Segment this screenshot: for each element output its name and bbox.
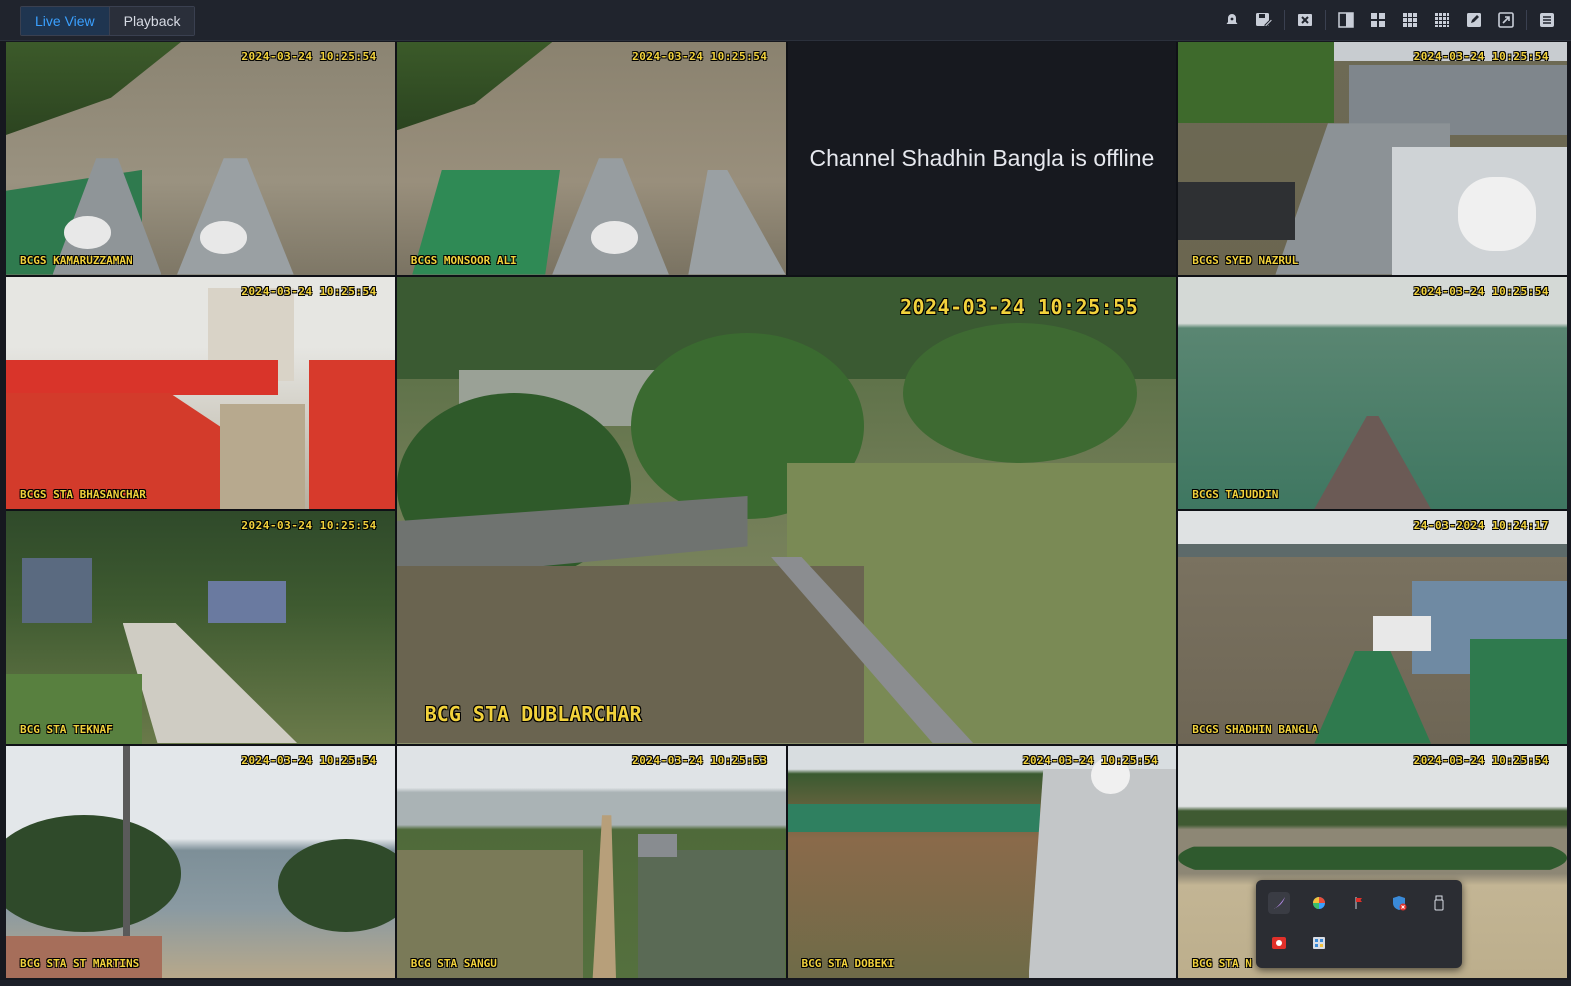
pen-icon[interactable]: [1268, 892, 1290, 914]
bottom-status-strip: [0, 980, 1571, 986]
camera-name-overlay: BCGS KAMARUZZAMAN: [20, 253, 133, 267]
edit-layout-icon[interactable]: [1458, 0, 1490, 40]
fullscreen-icon[interactable]: [1490, 0, 1522, 40]
color-wheel-icon[interactable]: [1308, 892, 1330, 914]
toolbar-divider: [1526, 10, 1527, 30]
camera-tile[interactable]: 2024-03-24 10:25:54 BCG STA ST MARTINS: [6, 745, 395, 978]
camera-tile[interactable]: 2024-03-24 10:25:54 BCG STA DOBEKI: [787, 745, 1177, 978]
camera-feed: [1178, 42, 1567, 275]
system-tray-popup: [1256, 880, 1462, 968]
alarm-icon[interactable]: [1216, 0, 1248, 40]
camera-name-overlay: BCGS STA BHASANCHAR: [20, 488, 146, 501]
grid-4x4-icon[interactable]: [1426, 0, 1458, 40]
timestamp-overlay: 2024-03-24 10:25:54: [632, 50, 768, 63]
camera-name-overlay: BCG STA ST MARTINS: [20, 957, 140, 970]
view-mode-tabs: Live View Playback: [20, 6, 196, 36]
split-view-icon[interactable]: [1330, 0, 1362, 40]
security-shield-icon[interactable]: [1388, 892, 1410, 914]
toolbar-divider: [1284, 10, 1285, 30]
flag-icon[interactable]: [1348, 892, 1370, 914]
camera-name-overlay: BCGS TAJUDDIN: [1192, 488, 1279, 501]
camera-grid: 2024-03-24 10:25:54 BCGS KAMARUZZAMAN 20…: [6, 42, 1567, 978]
camera-tile-enlarged[interactable]: 2024-03-24 10:25:55 BCG STA DUBLARCHAR: [396, 276, 1177, 744]
timestamp-overlay: 24-03-2024 10:24:17: [1413, 519, 1549, 532]
camera-name-overlay: BCGS SYED NAZRUL: [1192, 253, 1299, 267]
camera-name-overlay: BCG STA DUBLARCHAR: [424, 701, 642, 726]
camera-tile-selected[interactable]: 2024-03-24 10:25:54 BCG STA TEKNAF: [6, 511, 395, 744]
timestamp-overlay: 2024-03-24 10:25:54: [241, 50, 377, 63]
camera-feed: [1178, 511, 1567, 744]
camera-tile[interactable]: 2024-03-24 10:25:54 BCGS TAJUDDIN: [1178, 276, 1567, 509]
usb-drive-icon[interactable]: [1428, 892, 1450, 914]
camera-tile[interactable]: 2024-03-24 10:25:54 BCGS SYED NAZRUL: [1178, 42, 1567, 275]
timestamp-overlay: 2024-03-24 10:25:54: [1413, 50, 1549, 63]
timestamp-overlay: 2024-03-24 10:25:54: [241, 753, 377, 767]
grid-2x2-icon[interactable]: [1362, 0, 1394, 40]
camera-feed: [787, 745, 1177, 978]
camera-feed: [396, 42, 786, 275]
close-all-icon[interactable]: [1289, 0, 1321, 40]
toolbar-actions: [1216, 0, 1563, 40]
tab-playback[interactable]: Playback: [109, 7, 195, 35]
camera-feed: [6, 276, 395, 509]
toolbar-divider: [1325, 10, 1326, 30]
camera-tile[interactable]: 2024-03-24 10:25:53 BCG STA SANGU: [396, 745, 786, 978]
camera-name-overlay: BCGS MONSOOR ALI: [410, 253, 517, 267]
camera-tile[interactable]: 2024-03-24 10:25:54 BCGS STA BHASANCHAR: [6, 276, 395, 509]
camera-name-overlay: BCG STA TEKNAF: [20, 722, 113, 736]
camera-name-overlay: BCG STA DOBEKI: [801, 957, 895, 970]
record-icon[interactable]: [1268, 932, 1290, 954]
timestamp-overlay: 2024-03-24 10:25:54: [1413, 753, 1549, 767]
camera-name-overlay: BCGS SHADHIN BANGLA: [1192, 722, 1319, 736]
camera-feed: [6, 511, 395, 744]
tab-live-view[interactable]: Live View: [21, 7, 110, 35]
camera-feed: [396, 276, 1177, 744]
camera-feed: [6, 745, 395, 978]
timestamp-overlay: 2024-03-24 10:25:54: [241, 284, 377, 298]
camera-tile[interactable]: 2024-03-24 10:25:54 BCGS MONSOOR ALI: [396, 42, 786, 275]
camera-name-overlay: BCG STA SANGU: [410, 957, 497, 970]
timestamp-overlay: 2024-03-24 10:25:55: [899, 294, 1139, 319]
top-toolbar: Live View Playback: [0, 0, 1571, 41]
offline-message: Channel Shadhin Bangla is offline: [809, 144, 1155, 171]
camera-tile[interactable]: 24-03-2024 10:24:17 BCGS SHADHIN BANGLA: [1178, 511, 1567, 744]
timestamp-overlay: 2024-03-24 10:25:54: [241, 519, 377, 532]
camera-tile[interactable]: 2024-03-24 10:25:54 BCGS KAMARUZZAMAN: [6, 42, 395, 275]
camera-feed: [396, 745, 786, 978]
timestamp-overlay: 2024-03-24 10:25:54: [1022, 753, 1159, 767]
timestamp-overlay: 2024-03-24 10:25:54: [1413, 284, 1549, 298]
camera-feed: [6, 42, 395, 275]
save-layout-icon[interactable]: [1248, 0, 1280, 40]
network-share-icon[interactable]: [1308, 932, 1330, 954]
camera-name-overlay: BCG STA N: [1192, 957, 1252, 970]
timestamp-overlay: 2024-03-24 10:25:53: [632, 753, 768, 767]
grid-3x3-icon[interactable]: [1394, 0, 1426, 40]
camera-feed: [1178, 276, 1567, 509]
camera-tile-offline[interactable]: Channel Shadhin Bangla is offline: [787, 42, 1177, 275]
menu-icon[interactable]: [1531, 0, 1563, 40]
